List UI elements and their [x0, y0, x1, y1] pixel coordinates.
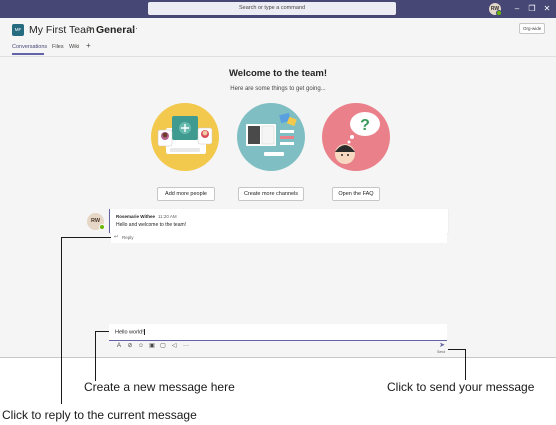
compose-toolbar: A ⊘ ☺ ▣ ▢ ◁ ···: [109, 342, 229, 352]
welcome-title: Welcome to the team!: [228, 68, 327, 79]
send-callout-line: [465, 349, 466, 380]
compose-callout-line: [95, 331, 96, 381]
message-author-avatar[interactable]: RW: [87, 213, 105, 230]
team-name-breadcrumb[interactable]: My First Team: [29, 24, 95, 36]
active-tab-indicator: [12, 53, 44, 55]
open-faq-button[interactable]: Open the FAQ: [332, 187, 380, 201]
send-icon[interactable]: ➤: [437, 342, 447, 350]
people-illustration-icon: [151, 103, 219, 171]
reply-button[interactable]: ↩ Reply: [111, 233, 447, 243]
tab-wiki[interactable]: Wiki: [69, 44, 79, 50]
add-tab-button[interactable]: +: [86, 41, 91, 50]
meet-icon[interactable]: ◁: [170, 342, 178, 351]
channel-header: MF My First Team > General ··· Org-wide …: [0, 18, 556, 57]
reply-callout-tick: [61, 237, 111, 238]
user-avatar[interactable]: RW: [489, 3, 502, 16]
message-card[interactable]: Rosemarie Withee 11:20 AM Hello and welc…: [109, 209, 448, 233]
compose-text: Hello world!: [115, 329, 145, 336]
title-bar: Search or type a command RW – ❐ ✕: [0, 0, 556, 18]
add-more-people-button[interactable]: Add more people: [157, 187, 215, 201]
send-callout-label: Click to send your message: [387, 380, 535, 394]
org-wide-badge: Org-wide: [519, 23, 546, 34]
compose-callout-tick: [95, 331, 109, 332]
welcome-subtitle: Here are some things to get going...: [230, 86, 326, 92]
presence-available-icon: [99, 224, 105, 230]
gif-icon[interactable]: ▣: [148, 342, 156, 351]
reply-callout-line: [61, 237, 62, 404]
attach-icon[interactable]: ⊘: [126, 342, 134, 351]
tab-conversations[interactable]: Conversations: [12, 44, 47, 50]
message-timestamp: 11:20 AM: [158, 214, 177, 219]
tab-files[interactable]: Files: [52, 44, 64, 50]
reply-label: Reply: [122, 235, 134, 240]
faq-illustration-icon: ?: [322, 103, 390, 171]
message-author-name: Rosemarie Withee: [116, 214, 155, 219]
format-icon[interactable]: A: [115, 342, 123, 351]
minimize-button[interactable]: –: [512, 3, 522, 15]
more-icon[interactable]: ···: [182, 342, 190, 351]
svg-text:?: ?: [360, 117, 370, 134]
create-more-channels-button[interactable]: Create more channels: [238, 187, 304, 201]
compose-callout-label: Create a new message here: [84, 380, 235, 394]
search-input[interactable]: Search or type a command: [148, 2, 396, 15]
presence-available-icon: [496, 10, 502, 16]
team-avatar: MF: [12, 24, 24, 36]
emoji-icon[interactable]: ☺: [137, 342, 145, 351]
channels-illustration-icon: [237, 103, 305, 171]
channel-more-options-button[interactable]: ···: [129, 23, 138, 33]
send-callout-tick: [448, 349, 466, 350]
compose-message-input[interactable]: Hello world!: [109, 324, 447, 341]
sticker-icon[interactable]: ▢: [159, 342, 167, 351]
reply-callout-label: Click to reply to the current message: [2, 408, 197, 422]
breadcrumb-separator-icon: >: [87, 23, 94, 35]
reply-arrow-icon: ↩: [114, 234, 119, 240]
message-body: Hello and welcome to the team!: [116, 222, 187, 228]
send-label: Send: [437, 350, 446, 354]
teams-window: Search or type a command RW – ❐ ✕ MF My …: [0, 0, 556, 358]
message-author-initials: RW: [90, 218, 101, 224]
close-window-button[interactable]: ✕: [542, 3, 552, 15]
restore-button[interactable]: ❐: [527, 3, 537, 15]
